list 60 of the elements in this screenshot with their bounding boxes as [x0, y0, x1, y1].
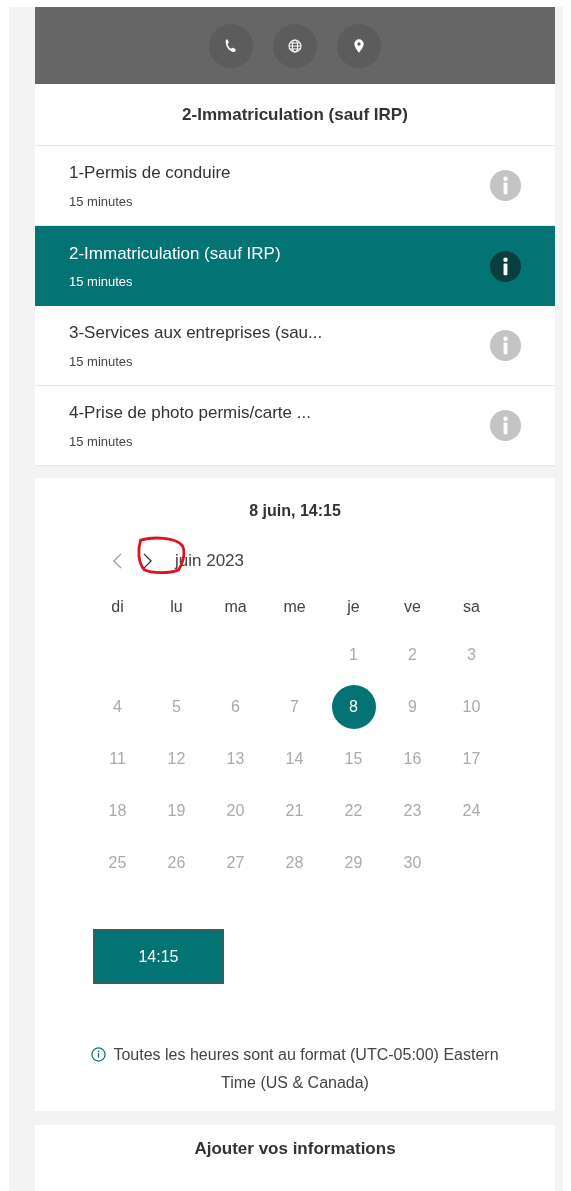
phone-button[interactable] — [209, 23, 253, 68]
info-icon — [91, 1047, 107, 1062]
service-duration: 15 minutes — [69, 192, 134, 211]
calendar-day[interactable]: 27 — [213, 841, 258, 885]
calendar-day[interactable]: 19 — [154, 789, 199, 833]
calendar-day[interactable]: 2 — [390, 633, 435, 677]
calendar-day[interactable]: 10 — [449, 685, 494, 729]
calendar-day[interactable]: 23 — [390, 789, 435, 833]
section-title: Ajouter vos informations — [194, 1138, 396, 1161]
calendar-day[interactable]: 5 — [154, 685, 199, 729]
calendar-day[interactable]: 8 — [331, 685, 376, 729]
web-button[interactable] — [273, 23, 317, 68]
calendar-day[interactable]: 3 — [449, 633, 494, 677]
time-slot-button[interactable]: 14:15 — [93, 929, 224, 984]
calendar-day[interactable]: 24 — [449, 789, 494, 833]
calendar-day[interactable]: 14 — [272, 737, 317, 781]
calendar-day[interactable]: 1 — [331, 633, 376, 677]
service-name: 3-Services aux entreprises (sau... — [69, 322, 324, 344]
calendar-day[interactable]: 20 — [213, 789, 258, 833]
weekday-label: ma — [223, 597, 248, 617]
calendar-day[interactable]: 17 — [449, 737, 494, 781]
calendar-day[interactable]: 18 — [95, 789, 140, 833]
calendar-day[interactable]: 30 — [390, 841, 435, 885]
calendar-day[interactable]: 11 — [95, 737, 140, 781]
calendar-day[interactable]: 6 — [213, 685, 258, 729]
selected-datetime: 8 juin, 14:15 — [249, 501, 341, 521]
calendar-day[interactable]: 9 — [390, 685, 435, 729]
globe-icon — [287, 37, 303, 54]
weekday-label: ve — [403, 597, 422, 617]
weekday-label: sa — [462, 597, 481, 617]
calendar-day[interactable]: 12 — [154, 737, 199, 781]
location-pin-icon — [351, 37, 367, 54]
service-title: 2-Immatriculation (sauf IRP) — [182, 103, 408, 126]
calendar-day[interactable]: 13 — [213, 737, 258, 781]
calendar-day[interactable]: 28 — [272, 841, 317, 885]
weekday-label: me — [282, 597, 307, 617]
timezone-note: Toutes les heures sont au format (UTC-05:00) Eastern Time (US & Canada) — [113, 1046, 499, 1091]
calendar-day[interactable]: 21 — [272, 789, 317, 833]
service-name: 4-Prise de photo permis/carte ... — [69, 402, 312, 424]
calendar-day[interactable]: 29 — [331, 841, 376, 885]
weekday-label: di — [110, 597, 125, 617]
location-button[interactable] — [337, 23, 381, 68]
service-duration: 15 minutes — [69, 432, 134, 451]
calendar-day[interactable]: 16 — [390, 737, 435, 781]
chevron-right-icon — [142, 553, 152, 569]
service-duration: 15 minutes — [69, 352, 134, 371]
info-icon[interactable] — [490, 250, 521, 282]
calendar-day[interactable]: 26 — [154, 841, 199, 885]
service-duration: 15 minutes — [69, 273, 134, 291]
service-name: 2-Immatriculation (sauf IRP) — [69, 242, 282, 265]
calendar-day[interactable]: 15 — [331, 737, 376, 781]
calendar-day[interactable]: 4 — [95, 685, 140, 729]
calendar-day[interactable]: 22 — [331, 789, 376, 833]
calendar-day[interactable]: 25 — [95, 841, 140, 885]
chevron-left-icon — [112, 553, 122, 569]
weekday-label: je — [346, 597, 361, 617]
service-item[interactable]: 2-Immatriculation (sauf IRP) 15 minutes — [35, 226, 555, 306]
service-name: 1-Permis de conduire — [69, 162, 232, 184]
weekday-label: lu — [169, 597, 184, 617]
calendar-day[interactable]: 7 — [272, 685, 317, 729]
